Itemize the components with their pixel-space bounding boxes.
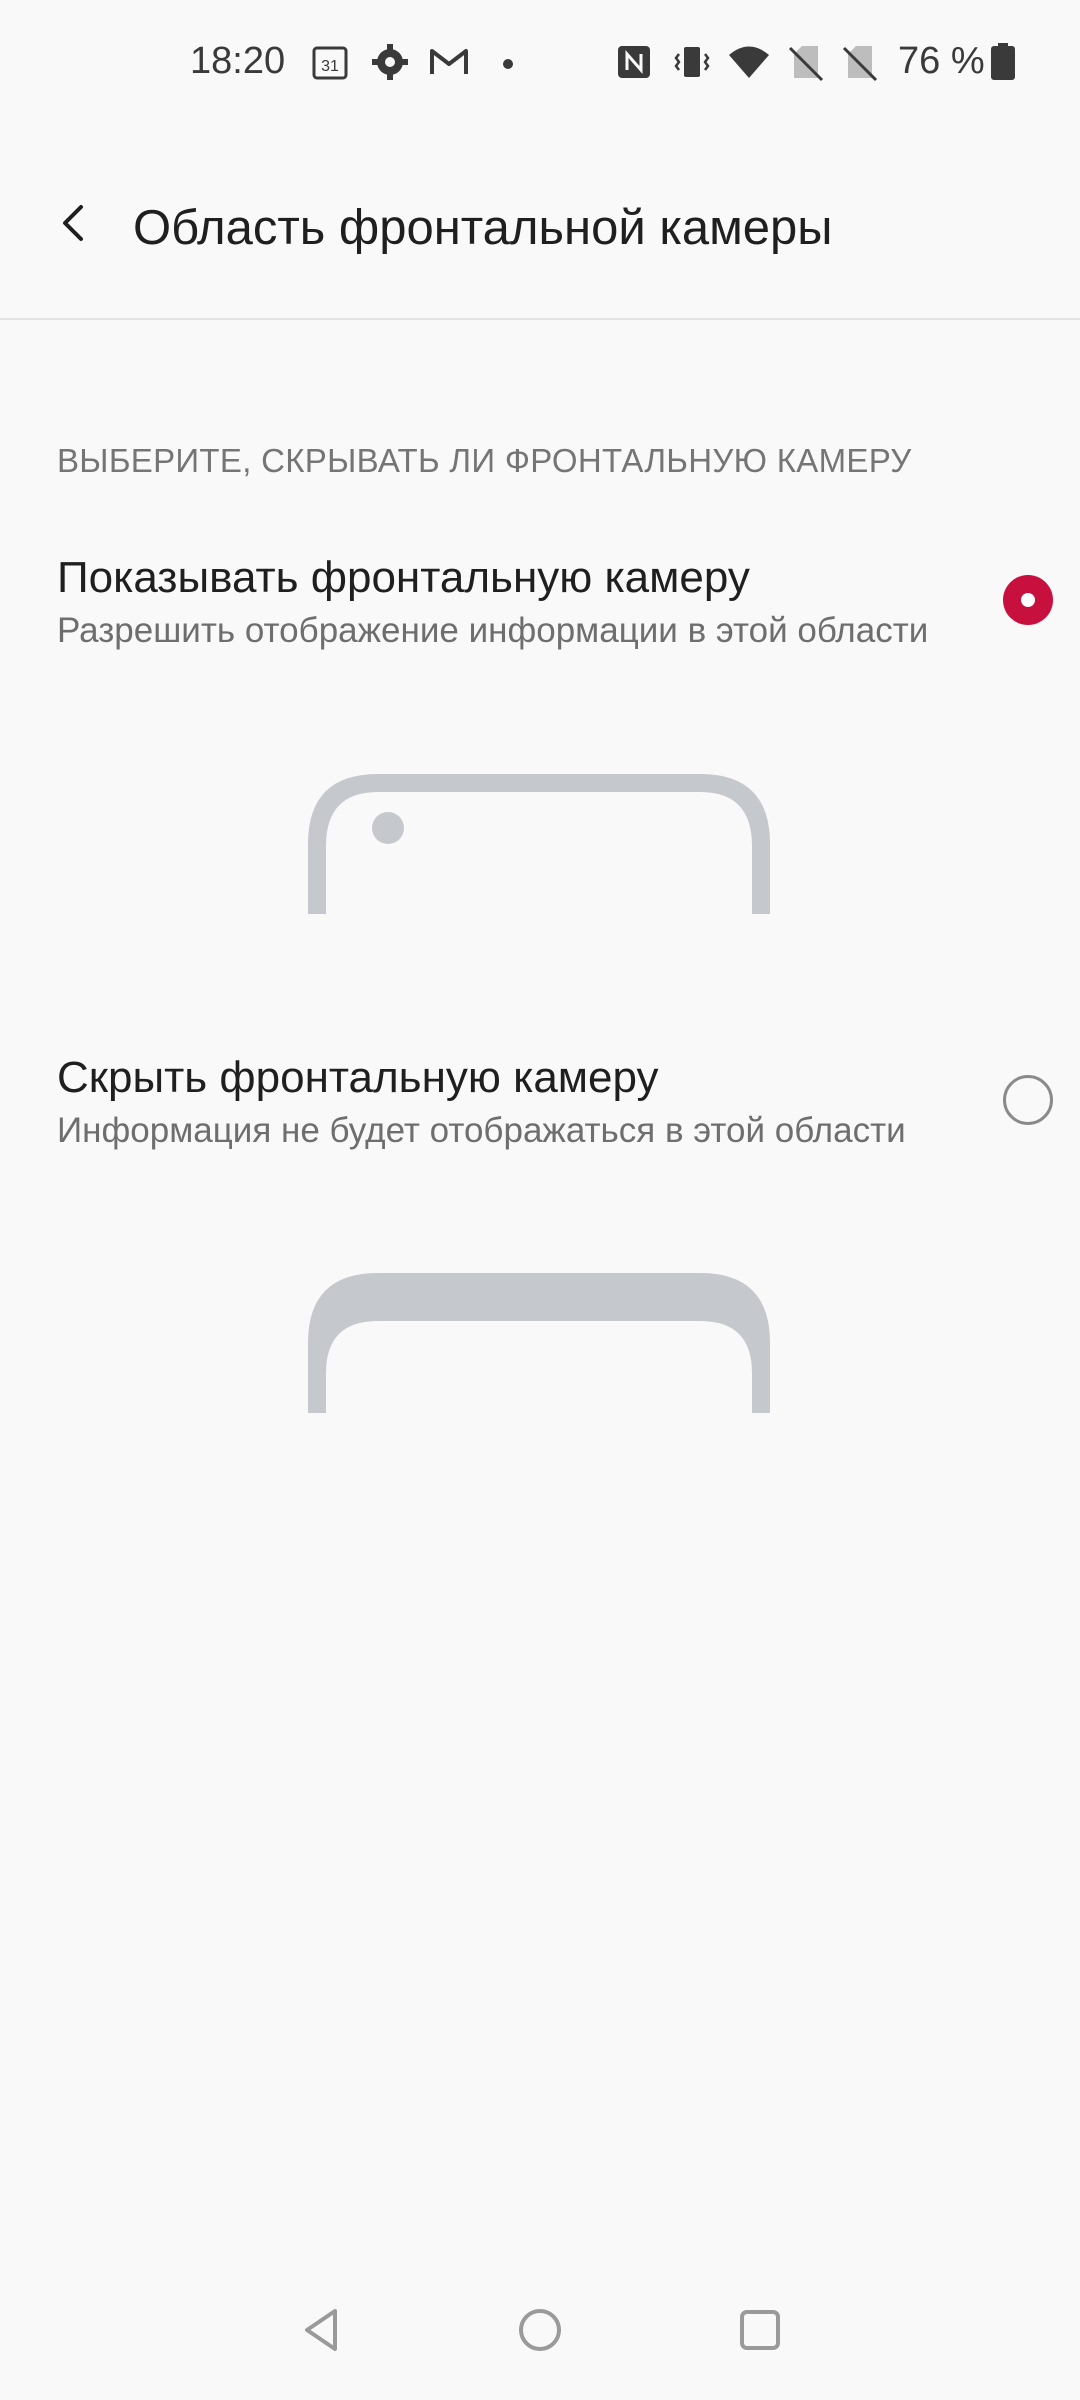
illustration-camera-shown xyxy=(308,774,770,914)
back-triangle-icon xyxy=(305,2309,337,2351)
section-header: ВЫБЕРИТЕ, СКРЫВАТЬ ЛИ ФРОНТАЛЬНУЮ КАМЕРУ xyxy=(57,442,912,479)
header-divider xyxy=(0,318,1080,320)
illustration-camera-hidden xyxy=(308,1273,770,1413)
radio-hide-camera[interactable] xyxy=(1003,1075,1053,1125)
home-circle-icon xyxy=(519,2309,561,2351)
gmail-icon xyxy=(428,42,468,82)
page-title: Область фронтальной камеры xyxy=(133,201,833,255)
nav-home-button[interactable] xyxy=(500,2290,580,2370)
settings-gear-icon xyxy=(370,42,410,82)
notification-dot-icon xyxy=(490,42,530,82)
no-sim-icon xyxy=(840,42,880,82)
back-button[interactable] xyxy=(40,188,110,258)
nav-back-button[interactable] xyxy=(282,2290,362,2370)
option-title: Скрыть фронтальную камеру xyxy=(57,1053,659,1102)
option-title: Показывать фронтальную камеру xyxy=(57,553,750,602)
radio-show-camera[interactable] xyxy=(1003,575,1053,625)
nav-recents-button[interactable] xyxy=(720,2290,800,2370)
battery-icon xyxy=(988,42,1028,82)
calendar-icon: 31 xyxy=(310,42,350,82)
option-subtitle: Разрешить отображение информации в этой … xyxy=(57,611,929,650)
nfc-icon xyxy=(614,42,654,82)
option-hide-camera[interactable]: Скрыть фронтальную камеру Информация не … xyxy=(0,1053,1080,1193)
front-camera-dot-icon xyxy=(372,812,404,844)
back-arrow-icon xyxy=(63,205,83,241)
battery-percent: 76 % xyxy=(898,40,985,82)
option-show-camera[interactable]: Показывать фронтальную камеру Разрешить … xyxy=(0,553,1080,693)
status-time: 18:20 xyxy=(190,40,286,82)
screen: 18:20 31 76 % Область фронтальной камеры… xyxy=(0,0,1080,2400)
navigation-bar xyxy=(0,2290,1080,2380)
svg-text:31: 31 xyxy=(321,58,339,75)
wifi-icon xyxy=(728,42,769,82)
status-bar: 18:20 31 76 % xyxy=(0,0,1080,130)
option-subtitle: Информация не будет отображаться в этой … xyxy=(57,1111,906,1150)
vibrate-icon xyxy=(672,42,712,82)
no-sim-icon xyxy=(786,42,826,82)
recents-square-icon xyxy=(740,2310,780,2350)
app-bar: Область фронтальной камеры xyxy=(0,160,1080,300)
